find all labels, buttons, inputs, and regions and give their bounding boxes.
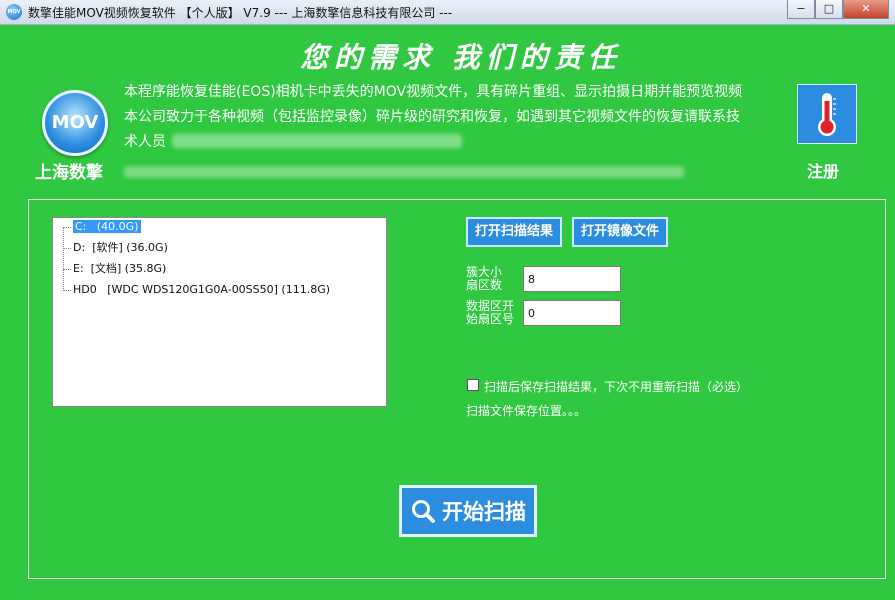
drive-name: D: [73, 241, 86, 254]
drive-name: C: [75, 220, 87, 233]
tree-item-c[interactable]: C: (40.0G) [63, 218, 141, 236]
description-line: 本程序能恢复佳能(EOS)相机卡中丢失的MOV视频文件，具有碎片重组、显示拍摄日… [124, 84, 743, 100]
window-controls: − □ ✕ [787, 0, 889, 20]
close-button[interactable]: ✕ [843, 0, 889, 19]
magnifier-icon [410, 498, 436, 524]
open-image-file-button[interactable]: 打开镜像文件 [572, 217, 668, 247]
start-scan-button[interactable]: 开始扫描 [399, 485, 537, 537]
label-line: 扇区数 [466, 278, 503, 292]
title-bar: MOV 数擎佳能MOV视频恢复软件 【个人版】 V7.9 --- 上海数擎信息科… [0, 0, 895, 25]
tree-item-d[interactable]: D: [软件] (36.0G) [63, 239, 168, 257]
save-result-checkbox[interactable] [467, 379, 479, 391]
start-scan-label: 开始扫描 [442, 500, 526, 524]
save-result-label[interactable]: 扫描后保存扫描结果，下次不用重新扫描（必选） [484, 378, 748, 395]
blurred-contact [172, 134, 462, 148]
tree-item-e[interactable]: E: [文档] (35.8G) [63, 260, 166, 278]
company-name: 上海数擎 [35, 163, 103, 183]
register-label[interactable]: 注册 [807, 158, 839, 182]
tree-connector [63, 268, 71, 270]
slogan: 您的需求 我们的责任 [300, 41, 622, 74]
drive-tree[interactable]: C: (40.0G) D: [软件] (36.0G) E: [文档] (35.8… [52, 217, 387, 407]
cluster-size-input[interactable] [523, 266, 621, 292]
data-start-label: 数据区开 始扇区号 [466, 300, 514, 326]
drive-name: HD0 [73, 283, 97, 296]
thermometer-icon[interactable] [797, 84, 857, 144]
app-icon: MOV [6, 4, 22, 20]
window-title: 数擎佳能MOV视频恢复软件 【个人版】 V7.9 --- 上海数擎信息科技有限公… [28, 6, 453, 20]
drive-label: (40.0G) [96, 220, 139, 233]
tree-item-hd0[interactable]: HD0 [WDC WDS120G1G0A-00SS50] (111.8G) [63, 281, 330, 299]
blurred-contact [124, 166, 684, 178]
drive-label: [文档] (35.8G) [90, 262, 167, 275]
cluster-size-label: 簇大小 扇区数 [466, 266, 502, 292]
label-line: 始扇区号 [466, 312, 515, 326]
drive-label: [WDC WDS120G1G0A-00SS50] (111.8G) [107, 283, 331, 296]
description-line: 本公司致力于各种视频（包括监控录像）碎片级的研究和恢复，如遇到其它视频文件的恢复… [124, 109, 740, 125]
mov-logo-icon: MOV [42, 90, 108, 156]
tree-connector [63, 289, 71, 291]
minimize-button[interactable]: − [787, 0, 815, 19]
tree-connector [63, 226, 71, 228]
open-scan-result-button[interactable]: 打开扫描结果 [466, 217, 562, 247]
data-start-input[interactable] [523, 300, 621, 326]
drive-name: E: [73, 262, 84, 275]
drive-label: [软件] (36.0G) [92, 241, 168, 254]
tree-connector [63, 247, 71, 249]
maximize-button[interactable]: □ [815, 0, 843, 19]
save-location-text[interactable]: 扫描文件保存位置。。。 [466, 402, 586, 419]
